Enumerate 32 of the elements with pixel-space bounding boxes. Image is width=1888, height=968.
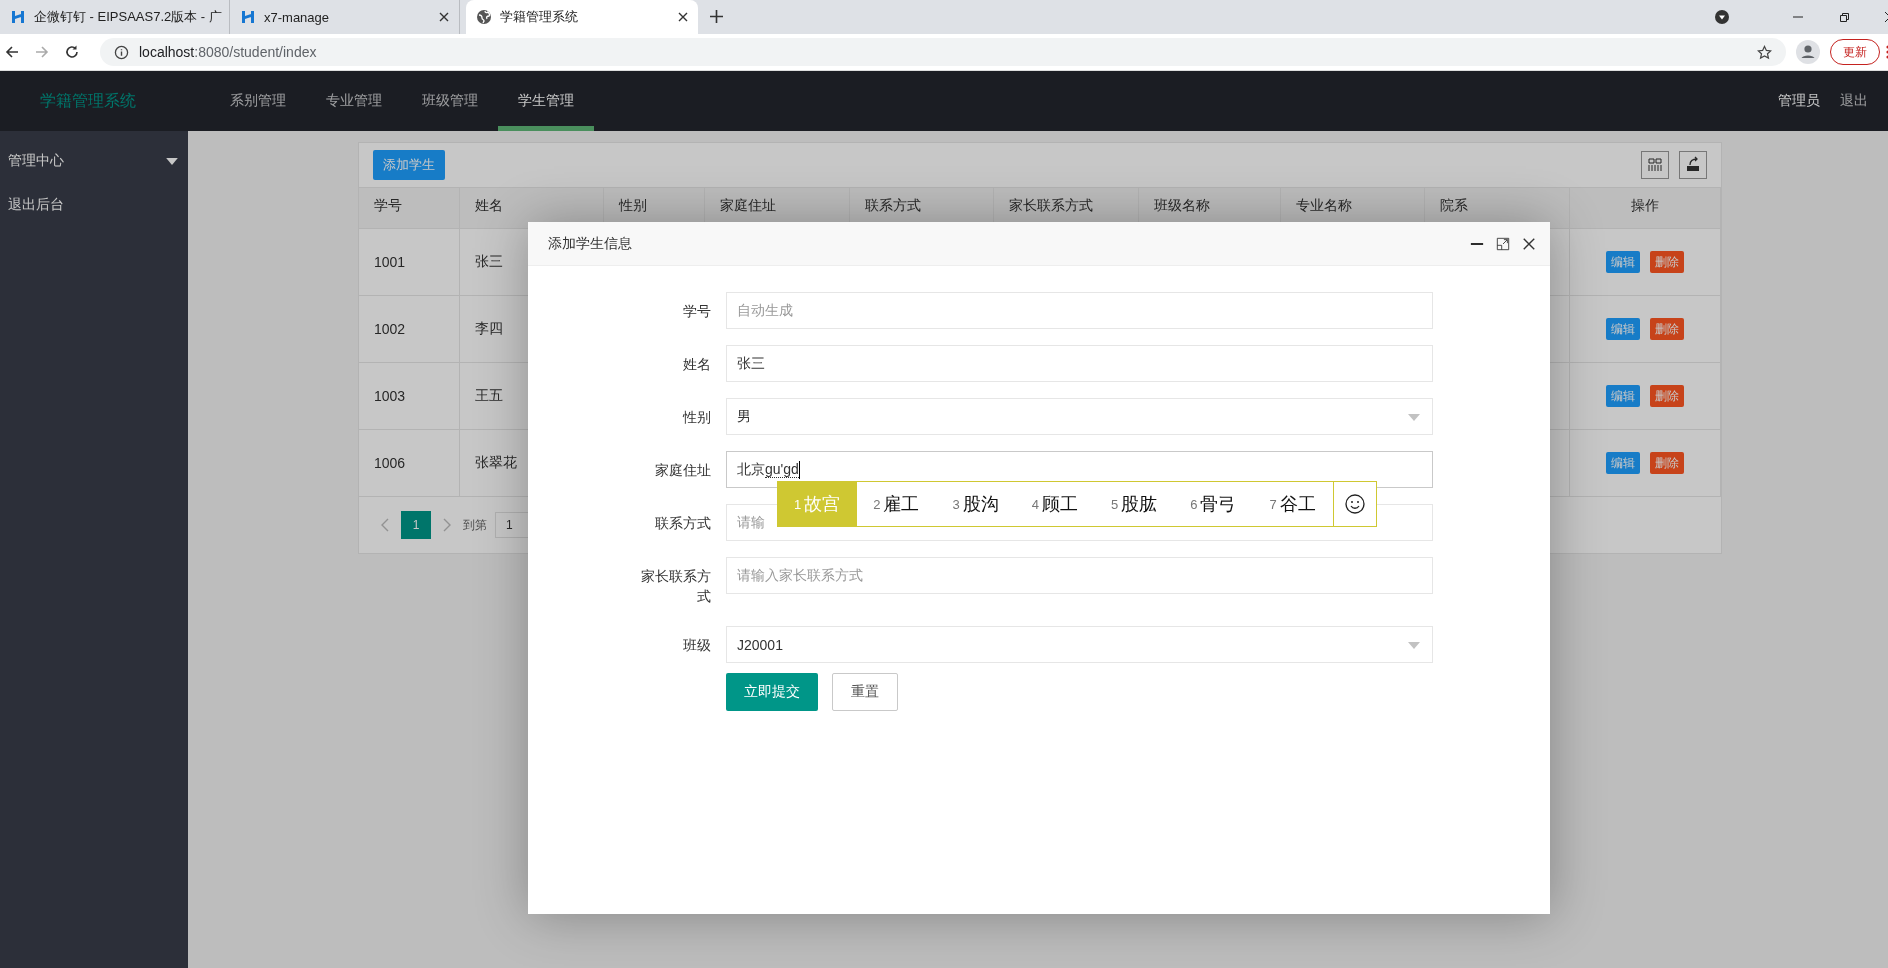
- table-cell: 张翠花: [475, 454, 517, 472]
- table-cell: 1006: [374, 455, 406, 471]
- table-cell: 1003: [374, 388, 406, 404]
- tab-title: 学籍管理系统: [500, 8, 579, 26]
- tab-title: 企微钉钉 - EIPSAAS7.2版本 - 广: [34, 8, 222, 26]
- dialog-title: 添加学生信息: [548, 234, 632, 253]
- column-header: 家长联系方式: [1009, 197, 1093, 215]
- column-header: 联系方式: [865, 197, 921, 215]
- column-header: 学号: [374, 197, 402, 215]
- column-header: 专业名称: [1296, 197, 1352, 215]
- table-cell: 张三: [475, 253, 503, 271]
- column-header: 院系: [1440, 197, 1468, 215]
- column-header: 姓名: [475, 197, 503, 215]
- field-label: 学号: [683, 302, 711, 321]
- tab-title: x7-manage: [264, 9, 331, 25]
- url-text: localhost:8080/student/index: [139, 44, 317, 60]
- field-label: 性别: [683, 408, 711, 427]
- table-cell: 1001: [374, 254, 406, 270]
- goto-label: 到第: [463, 516, 487, 534]
- column-header: 家庭住址: [720, 197, 776, 215]
- field-label: 家长联系方式: [640, 567, 711, 606]
- app-logo: 学籍管理系统: [40, 90, 136, 111]
- field-label: 联系方式: [655, 514, 711, 533]
- column-header: 操作: [1631, 197, 1659, 215]
- table-cell: 1002: [374, 321, 406, 337]
- field-label: 班级: [683, 636, 711, 655]
- column-header: 性别: [619, 197, 647, 215]
- column-header: 班级名称: [1154, 197, 1210, 215]
- field-label: 家庭住址: [655, 461, 711, 480]
- table-cell: 王五: [475, 387, 503, 405]
- table-cell: 李四: [475, 320, 503, 338]
- field-label: 姓名: [683, 355, 711, 374]
